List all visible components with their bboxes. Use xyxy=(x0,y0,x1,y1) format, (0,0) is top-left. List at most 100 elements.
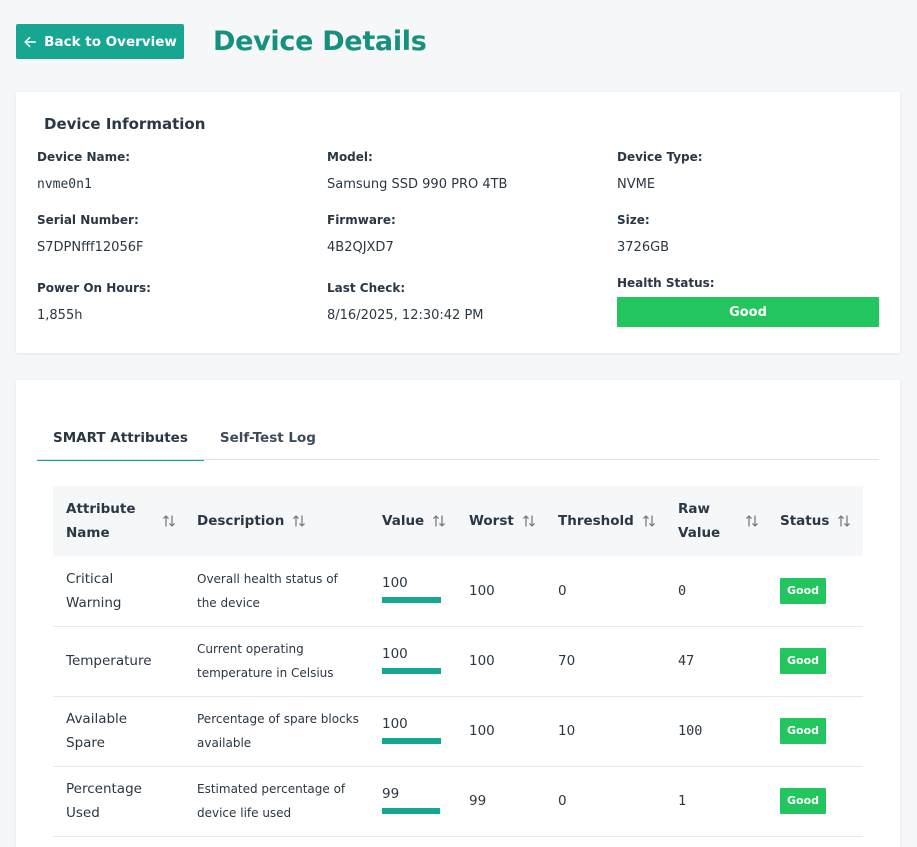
table-row: Critical Warning Overall health status o… xyxy=(53,556,863,626)
device-type-label: Device Type: xyxy=(617,150,703,164)
column-header-worst[interactable]: Worst xyxy=(456,486,545,556)
smart-attributes-table-wrapper: Attribute Name Description Value Worst T… xyxy=(53,486,863,837)
back-button-label: Back to Overview xyxy=(44,33,177,50)
attribute-name-cell: Available Spare xyxy=(66,711,128,751)
value-progress-bar xyxy=(382,667,441,674)
value-cell: 99 xyxy=(369,766,456,836)
size-field: Size: 3726GB xyxy=(617,213,669,255)
health-status-badge: Good xyxy=(617,297,879,327)
status-badge: Good xyxy=(780,648,827,674)
sort-icon xyxy=(838,515,851,527)
device-information-heading: Device Information xyxy=(44,115,206,133)
description-cell: Current operating temperature in Celsius xyxy=(197,642,334,680)
table-row: Percentage Used Estimated percentage of … xyxy=(53,766,863,836)
firmware-value: 4B2QJXD7 xyxy=(327,240,394,255)
device-name-label: Device Name: xyxy=(37,150,131,164)
description-cell: Overall health status of the device xyxy=(197,571,338,610)
description-cell: Estimated percentage of device life used xyxy=(197,782,346,820)
status-cell: Good xyxy=(767,556,863,626)
sort-icon xyxy=(746,515,758,527)
value-progress-fill xyxy=(382,597,441,604)
sort-icon xyxy=(163,515,175,527)
value-cell: 100 xyxy=(369,556,456,626)
page-title: Device Details xyxy=(213,26,427,57)
worst-cell: 100 xyxy=(469,582,495,599)
size-value: 3726GB xyxy=(617,240,670,255)
model-field: Model: Samsung SSD 990 PRO 4TB xyxy=(327,150,507,192)
value-cell: 100 xyxy=(369,626,456,696)
attribute-name-cell: Percentage Used xyxy=(66,781,142,821)
tab-smart-attributes[interactable]: SMART Attributes xyxy=(37,416,204,461)
model-value: Samsung SSD 990 PRO 4TB xyxy=(327,177,508,192)
raw-value-cell: 47 xyxy=(678,653,695,669)
model-label: Model: xyxy=(327,150,373,164)
table-row: Available Spare Percentage of spare bloc… xyxy=(53,696,863,766)
table-header-row: Attribute Name Description Value Worst T… xyxy=(53,486,863,556)
column-label-description: Description xyxy=(197,513,285,529)
worst-cell: 100 xyxy=(469,723,495,739)
health-status-field: Health Status: Good xyxy=(617,276,879,327)
column-label-threshold: Threshold xyxy=(558,513,634,529)
firmware-field: Firmware: 4B2QJXD7 xyxy=(327,213,396,255)
value-progress-bar xyxy=(382,807,441,814)
sort-icon xyxy=(523,515,535,527)
last-check-label: Last Check: xyxy=(327,281,406,295)
last-check-value: 8/16/2025, 12:30:42 PM xyxy=(327,308,484,323)
power-on-hours-value: 1,855h xyxy=(37,308,83,323)
top-bar: Back to Overview Device Details xyxy=(16,24,427,59)
back-to-overview-button[interactable]: Back to Overview xyxy=(16,24,184,59)
value-progress-fill xyxy=(382,737,441,744)
value-cell: 100 xyxy=(369,696,456,766)
last-check-field: Last Check: 8/16/2025, 12:30:42 PM xyxy=(327,281,484,323)
device-type-value: NVME xyxy=(617,177,656,192)
sort-icon xyxy=(293,515,306,527)
table-row: Temperature Current operating temperatur… xyxy=(53,626,863,696)
threshold-cell: 70 xyxy=(558,653,576,669)
sort-icon xyxy=(433,515,446,527)
column-header-threshold[interactable]: Threshold xyxy=(545,486,665,556)
device-type-field: Device Type: NVME xyxy=(617,150,703,192)
column-label-value: Value xyxy=(382,513,425,529)
arrow-left-icon xyxy=(24,36,37,47)
raw-value-cell: 0 xyxy=(678,582,687,599)
status-badge: Good xyxy=(780,718,827,744)
status-badge: Good xyxy=(780,577,827,604)
attribute-name-cell: Critical Warning xyxy=(66,570,122,611)
serial-number-field: Serial Number: S7DPNfff12056F xyxy=(37,213,143,255)
description-cell: Percentage of spare blocks available xyxy=(197,712,359,750)
column-header-value[interactable]: Value xyxy=(369,486,456,556)
column-header-attribute-name[interactable]: Attribute Name xyxy=(53,486,184,556)
size-label: Size: xyxy=(617,213,650,227)
worst-cell: 100 xyxy=(469,653,495,669)
status-badge: Good xyxy=(780,788,827,814)
tab-bar: SMART Attributes Self-Test Log xyxy=(37,416,879,461)
threshold-cell: 0 xyxy=(558,582,567,599)
sort-icon xyxy=(643,515,655,527)
worst-cell: 99 xyxy=(469,793,487,809)
raw-value-cell: 100 xyxy=(678,723,703,739)
value-progress-bar xyxy=(382,597,441,604)
device-information-card: Device Information Device Name: nvme0n1 … xyxy=(16,92,900,353)
column-label-status: Status xyxy=(780,513,830,529)
value-progress-fill xyxy=(382,807,441,814)
smart-attributes-card: SMART Attributes Self-Test Log Attribute… xyxy=(16,380,900,847)
column-header-raw-value[interactable]: Raw Value xyxy=(665,486,767,556)
threshold-cell: 0 xyxy=(558,793,567,809)
threshold-cell: 10 xyxy=(558,723,576,739)
firmware-label: Firmware: xyxy=(327,213,396,227)
column-header-status[interactable]: Status xyxy=(767,486,863,556)
tab-self-test-log[interactable]: Self-Test Log xyxy=(204,416,332,460)
column-label-attribute-name: Attribute Name xyxy=(66,501,136,541)
attribute-name-cell: Temperature xyxy=(66,653,152,669)
column-label-worst: Worst xyxy=(469,513,514,529)
column-header-description[interactable]: Description xyxy=(184,486,369,556)
value-progress-bar xyxy=(382,737,441,744)
health-status-label: Health Status: xyxy=(617,276,715,290)
smart-attributes-table: Attribute Name Description Value Worst T… xyxy=(53,486,863,837)
serial-number-value: S7DPNfff12056F xyxy=(37,240,144,255)
device-name-field: Device Name: nvme0n1 xyxy=(37,150,130,192)
value-progress-fill xyxy=(382,667,441,674)
power-on-hours-field: Power On Hours: 1,855h xyxy=(37,281,151,323)
serial-number-label: Serial Number: xyxy=(37,213,139,227)
column-label-raw-value: Raw Value xyxy=(678,501,721,541)
